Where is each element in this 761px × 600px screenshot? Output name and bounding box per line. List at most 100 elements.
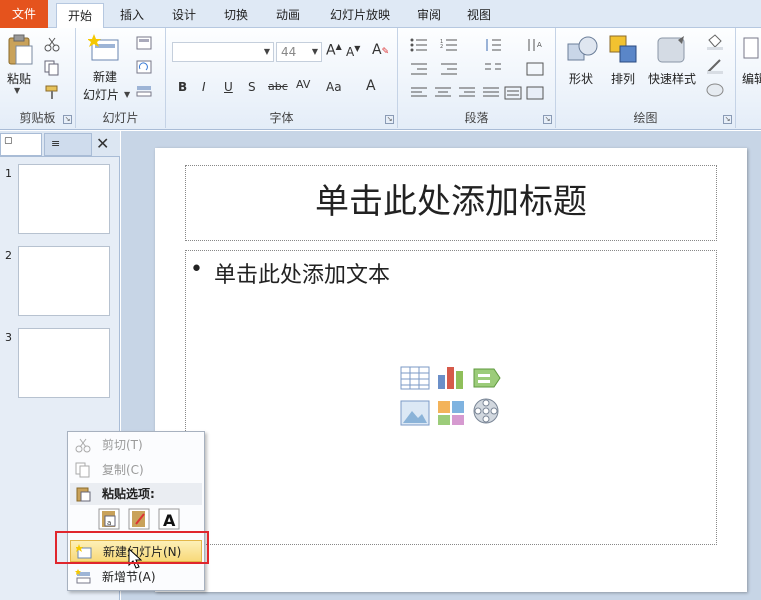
ribbon-tab-bar: 文件 开始 插入 设计 切换 动画 幻灯片放映 审阅 视图 [0,0,761,29]
arrange-icon[interactable] [608,34,640,69]
bullet-icon: • [190,257,203,282]
new-slide-icon[interactable] [87,34,120,67]
paste-text-only-icon[interactable]: A [158,508,180,533]
align-left-icon[interactable] [410,86,428,103]
tab-review[interactable]: 审阅 [408,3,450,28]
tab-transitions[interactable]: 切换 [214,3,258,28]
italic-icon[interactable]: I [202,80,206,94]
copy-icon [75,462,91,478]
insert-chart-icon[interactable] [436,363,466,394]
grow-font-icon[interactable]: A▲ [326,42,342,59]
shape-effects-icon[interactable] [706,82,724,101]
menu-item-label: 复制(C) [102,463,144,477]
paragraph-launcher-icon[interactable]: ↘ [543,115,552,124]
tab-design[interactable]: 设计 [162,3,206,28]
tab-view[interactable]: 视图 [458,3,500,28]
font-name-combo[interactable]: ▼ [172,42,274,62]
paste-icon[interactable] [6,34,34,66]
increase-indent-icon[interactable] [440,62,458,79]
smartart-icon[interactable] [526,86,544,103]
font-color-icon[interactable]: A [366,78,376,94]
slide-thumbnail[interactable] [18,246,110,316]
new-slide-label-1[interactable]: 新建 [80,68,130,85]
menu-paste-options-header: 粘贴选项: [70,483,202,505]
insert-clipart-icon[interactable] [436,399,466,430]
editing-icon[interactable] [742,36,760,63]
font-launcher-icon[interactable]: ↘ [385,115,394,124]
shape-outline-icon[interactable] [706,58,724,77]
slides-tab-icon[interactable]: ▢ [0,133,42,156]
text-direction-icon[interactable]: A [526,38,544,55]
editing-group: 编辑 [736,28,761,128]
numbering-icon[interactable]: 12 [440,38,458,55]
tab-file[interactable]: 文件 [0,0,48,28]
arrange-label[interactable]: 排列 [608,70,638,87]
svg-text:A: A [537,41,542,49]
shape-fill-icon[interactable] [706,34,724,53]
cut-icon[interactable] [44,36,60,55]
menu-item-copy[interactable]: 复制(C) [70,459,202,481]
editing-label[interactable]: 编辑 [742,70,761,87]
clipboard-launcher-icon[interactable]: ↘ [63,115,72,124]
bold-icon[interactable]: B [178,80,187,94]
change-case-icon[interactable]: Aa [326,80,342,94]
quick-styles-icon[interactable] [656,34,688,69]
slide-thumbnail[interactable] [18,164,110,234]
insert-table-icon[interactable] [400,365,430,394]
new-slide-label-2[interactable]: 幻灯片 [76,86,126,103]
drawing-group-label: 绘图 [633,111,658,125]
strikethrough-icon[interactable]: abc [268,80,288,93]
menu-item-label: 粘贴选项: [102,487,155,501]
columns-icon[interactable] [484,62,502,79]
shrink-font-icon[interactable]: A▼ [346,44,360,59]
shadow-icon[interactable]: S [248,80,256,94]
decrease-indent-icon[interactable] [410,62,428,79]
insert-picture-icon[interactable] [400,399,430,430]
drawing-launcher-icon[interactable]: ↘ [723,115,732,124]
shapes-icon[interactable] [566,34,598,69]
align-right-icon[interactable] [458,86,476,103]
tab-slideshow[interactable]: 幻灯片放映 [318,3,402,28]
insert-smartart-icon[interactable] [472,365,502,394]
clear-format-icon[interactable]: A✎ [372,42,389,58]
title-placeholder[interactable]: 单击此处添加标题 [185,165,717,241]
justify-icon[interactable] [482,86,500,103]
paste-dropdown-icon[interactable]: ▼ [14,86,20,95]
reset-icon[interactable] [136,60,152,77]
align-center-icon[interactable] [434,86,452,103]
font-group: ▼ 44 ▼ A▲ A▼ A✎ B I U S abc AV Aa A 字体 ↘ [166,28,398,128]
slide-thumbnail[interactable] [18,328,110,398]
paste-button-label[interactable]: 粘贴 [4,70,34,87]
layout-icon[interactable] [136,36,152,53]
slide-editor: 单击此处添加标题 • 单击此处添加文本 [121,131,761,600]
outline-tab-icon[interactable]: ≡ [44,133,92,156]
underline-icon[interactable]: U [224,80,233,94]
copy-icon[interactable] [44,60,60,79]
menu-item-label: 剪切(T) [102,438,143,452]
tab-insert[interactable]: 插入 [110,3,154,28]
paste-use-dest-theme-icon[interactable]: a [98,508,120,533]
align-text-icon[interactable] [526,62,544,79]
tab-animations[interactable]: 动画 [266,3,310,28]
tab-home[interactable]: 开始 [56,3,104,29]
slide-canvas: 单击此处添加标题 • 单击此处添加文本 [155,148,747,592]
quick-styles-label[interactable]: 快速样式 [644,70,700,87]
shapes-label[interactable]: 形状 [566,70,596,87]
slide-number: 2 [5,249,12,262]
bullets-icon[interactable] [410,38,428,55]
new-slide-dropdown-icon[interactable]: ▼ [124,90,130,99]
svg-text:A: A [163,511,176,530]
section-icon[interactable] [136,84,152,101]
char-spacing-icon[interactable]: AV [296,78,310,91]
distributed-icon[interactable] [504,86,522,103]
menu-item-cut[interactable]: 剪切(T) [70,434,202,456]
line-spacing-icon[interactable] [484,38,502,55]
content-placeholder[interactable]: • 单击此处添加文本 [185,250,717,545]
close-panel-icon[interactable]: ✕ [96,134,109,153]
paragraph-group: 12 A 段落 ↘ [398,28,556,128]
paste-keep-source-format-icon[interactable] [128,508,150,533]
insert-media-icon[interactable] [472,397,502,430]
paragraph-group-label: 段落 [464,111,489,125]
format-painter-icon[interactable] [44,84,60,103]
font-size-combo[interactable]: 44 ▼ [276,42,322,62]
